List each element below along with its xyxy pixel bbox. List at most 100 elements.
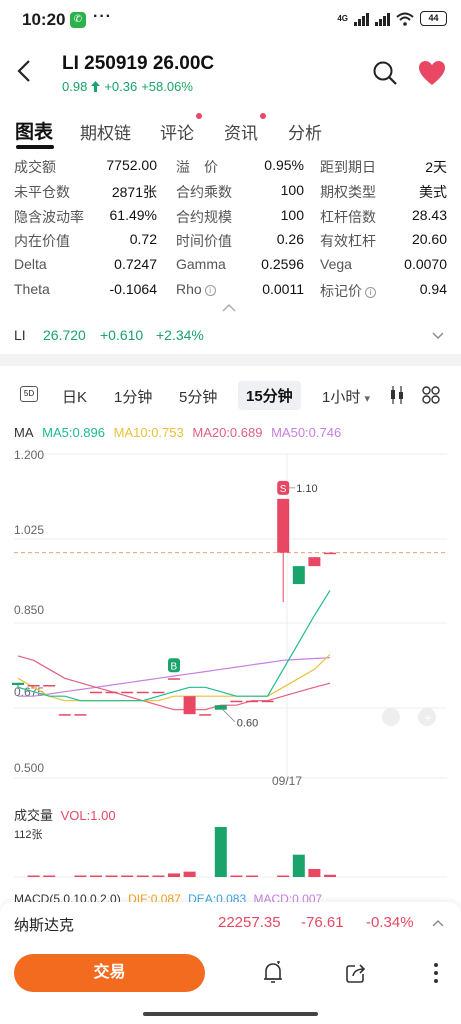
volume-bars (27, 827, 336, 877)
underlying-change: +0.610 (100, 327, 144, 343)
volume-bar (74, 875, 87, 877)
stat-value: 美式 (419, 183, 447, 200)
candlestick-style-icon[interactable] (389, 385, 405, 405)
search-icon[interactable] (372, 60, 398, 86)
header: LI 250919 26.00C 0.98 +0.36 +58.06% (0, 44, 461, 102)
y-tick-label: 0.500 (14, 761, 44, 775)
expand-chevron-icon[interactable] (432, 332, 444, 340)
underlying-quote[interactable]: LI 26.720 +0.610 +2.34% (0, 320, 461, 352)
ma-legend: MA MA5:0.896 MA10:0.753 MA20:0.689 MA50:… (14, 425, 346, 440)
stat-value: 0.94 (419, 280, 447, 297)
price-alert-bell-icon[interactable] (262, 961, 284, 985)
tab-comments[interactable]: 评论 (160, 119, 194, 144)
candle-body (74, 714, 87, 716)
index-change: -76.61 (301, 914, 344, 931)
candle-body (324, 552, 336, 555)
period-daily[interactable]: 日K (62, 386, 87, 407)
info-icon[interactable]: i (204, 284, 216, 296)
candle-body (168, 678, 180, 680)
zoom-out-icon[interactable] (382, 708, 400, 726)
tab-chart[interactable]: 图表 (15, 117, 53, 144)
volume-chart (14, 827, 447, 878)
stat-value: 20.60 (411, 231, 447, 248)
stat-value: 2871张 (111, 183, 157, 200)
macd-value: MACD:0.007 (253, 892, 323, 902)
volume-max-label: 112张 (14, 829, 43, 841)
expand-up-chevron-icon[interactable] (432, 919, 444, 927)
comments-notification-dot (196, 113, 202, 119)
stats-row: Delta 0.7247 Gamma 0.2596 Vega 0.0070 (0, 252, 461, 277)
stat-value: 0.95% (264, 157, 304, 173)
stats-row: 未平仓数 2871张 合约乘数 100 期权类型 美式 (0, 178, 461, 203)
stats-row: 内在价值 0.72 时间价值 0.26 有效杠杆 20.60 (0, 227, 461, 252)
zoom-in-glyph: + (424, 713, 432, 724)
tab-option-chain[interactable]: 期权链 (80, 119, 131, 144)
volume-bar (214, 827, 227, 877)
tab-analysis[interactable]: 分析 (288, 119, 322, 144)
macd-label: MACD(5,0,10,0,2,0) (14, 892, 121, 902)
index-ticker-bar[interactable]: 纳斯达克 22257.35 -76.61 -0.34% (0, 902, 461, 944)
x-tick-label: 09/17 (272, 774, 302, 788)
candle-body (12, 682, 24, 686)
stat-label: 有效杠杆 (320, 233, 376, 250)
more-options-icon[interactable] (432, 962, 440, 984)
collapse-chevron-icon[interactable] (222, 304, 236, 312)
volume-bar (183, 871, 196, 877)
candle-body (230, 700, 243, 703)
price-chart[interactable]: 1.200 1.025 0.850 0.675 0.500 09/17 S 1.1… (0, 440, 461, 800)
stat-value: 100 (280, 206, 304, 223)
period-selector: 5D 日K 1分钟 5分钟 15分钟 1小时 ▾ (0, 378, 461, 412)
macd-legend: MACD(5,0,10,0,2,0) DIF:0.087 DEA:0.083 M… (14, 892, 326, 902)
stat-value: 0.2596 (261, 256, 304, 273)
stat-label: Rho (176, 280, 202, 297)
tab-news[interactable]: 资讯 (224, 119, 258, 144)
volume-value: VOL:1.00 (60, 808, 116, 823)
stat-label: Delta (14, 256, 47, 273)
index-change-pct: -0.34% (366, 914, 414, 931)
stat-label: 期权类型 (320, 183, 376, 200)
contract-stats: 成交额 7752.00 溢 价 0.95% 距到期日 2天 未平仓数 2871张… (0, 153, 461, 302)
period-1hour-dropdown[interactable]: 1小时 ▾ (322, 386, 370, 407)
period-1min[interactable]: 1分钟 (114, 386, 152, 407)
candle-body (136, 691, 149, 694)
buy-marker-label: B (171, 661, 178, 672)
up-arrow-icon (91, 81, 101, 92)
index-value: 22257.35 (218, 914, 281, 931)
candle-body (90, 691, 102, 694)
stats-row: Theta -0.1064 Rho i 0.0011 标记价 i 0.94 (0, 277, 461, 302)
contract-title: LI 250919 26.00C (62, 53, 215, 74)
favorite-heart-icon[interactable] (418, 60, 446, 86)
trade-button[interactable]: 交易 (14, 954, 205, 992)
signal-icon-2 (375, 12, 390, 26)
indicator-grid-icon[interactable] (422, 386, 440, 404)
last-price: 0.98 (62, 79, 88, 94)
period-5min[interactable]: 5分钟 (179, 386, 217, 407)
share-icon[interactable] (345, 962, 367, 984)
stat-label: Theta (14, 280, 50, 297)
dropdown-arrow-icon: ▾ (364, 393, 371, 405)
candle-body (308, 557, 321, 567)
status-bar: 10:20 ✆ ··· 4G 44 (0, 0, 461, 40)
battery-icon: 44 (420, 11, 447, 26)
ma-label: MA (14, 425, 34, 440)
volume-bar (292, 854, 305, 877)
candle-body (183, 696, 196, 715)
period-15min[interactable]: 15分钟 (238, 381, 301, 410)
volume-bar (136, 875, 149, 877)
network-type: 4G (337, 14, 348, 23)
stat-value: 0.0011 (262, 280, 304, 297)
candle-body (58, 714, 71, 716)
candle-body (199, 714, 212, 716)
back-arrow-icon[interactable] (12, 58, 38, 84)
five-day-button[interactable]: 5D (20, 386, 38, 402)
index-name: 纳斯达克 (14, 917, 75, 934)
underlying-change-pct: +2.34% (156, 327, 204, 343)
stat-label: 未平仓数 (14, 183, 70, 200)
high-price-label: 1.10 (296, 483, 317, 495)
candle-body (214, 705, 227, 710)
candle-body (292, 566, 305, 585)
stat-label: Vega (320, 256, 352, 273)
macd-dif: DIF:0.087 (128, 892, 181, 902)
volume-bar (324, 874, 336, 877)
info-icon[interactable]: i (365, 286, 376, 298)
